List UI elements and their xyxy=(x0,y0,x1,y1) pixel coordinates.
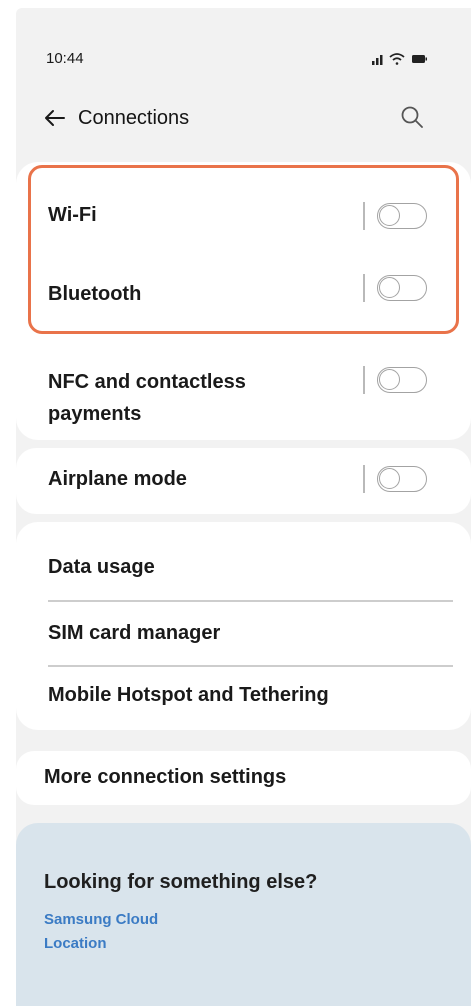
bluetooth-label: Bluetooth xyxy=(48,283,142,305)
data-usage-label: Data usage xyxy=(48,556,155,578)
search-icon[interactable] xyxy=(399,104,425,130)
battery-icon xyxy=(412,55,427,63)
toggle-separator xyxy=(363,274,365,302)
signal-icon xyxy=(372,55,383,65)
suggestions-panel: Looking for something else? Samsung Clou… xyxy=(16,823,471,1006)
location-link[interactable]: Location xyxy=(44,935,107,952)
toggle-track xyxy=(377,203,427,229)
data-usage-row[interactable]: Data usage xyxy=(16,540,471,590)
airplane-toggle[interactable] xyxy=(363,463,431,495)
toggle-track xyxy=(377,367,427,393)
toggle-knob xyxy=(379,277,400,298)
status-time: 10:44 xyxy=(46,50,84,67)
toggle-separator xyxy=(363,202,365,230)
nfc-toggle[interactable] xyxy=(363,364,431,396)
wifi-icon xyxy=(389,53,405,65)
samsung-cloud-link[interactable]: Samsung Cloud xyxy=(44,911,158,928)
airplane-row[interactable]: Airplane mode xyxy=(16,448,471,514)
airplane-label: Airplane mode xyxy=(48,468,187,490)
suggestions-title: Looking for something else? xyxy=(44,871,318,893)
page-title: Connections xyxy=(78,107,190,129)
connections-card-primary: Wi-Fi Bluetooth NFC and contactless paym… xyxy=(16,162,471,440)
bluetooth-row[interactable]: Bluetooth xyxy=(16,270,471,322)
hotspot-label: Mobile Hotspot and Tethering xyxy=(48,684,329,706)
sim-manager-label: SIM card manager xyxy=(48,622,221,644)
nfc-label: NFC and contactless payments xyxy=(48,366,246,430)
toggle-knob xyxy=(379,205,400,226)
toggle-track xyxy=(377,275,427,301)
hotspot-row[interactable]: Mobile Hotspot and Tethering xyxy=(16,670,471,720)
arrow-left-icon[interactable] xyxy=(42,108,66,128)
more-settings-card: More connection settings xyxy=(16,751,471,805)
bluetooth-toggle[interactable] xyxy=(363,272,431,304)
more-settings-row[interactable]: More connection settings xyxy=(16,751,471,805)
sim-manager-row[interactable]: SIM card manager xyxy=(16,606,471,656)
nfc-label-line1: NFC and contactless xyxy=(48,371,246,393)
toggle-knob xyxy=(379,369,400,390)
toggle-separator xyxy=(363,366,365,394)
phone-screen: 10:44 Connections Wi-Fi Bluetooth NFC an… xyxy=(16,8,471,1006)
toggle-separator xyxy=(363,465,365,493)
airplane-card: Airplane mode xyxy=(16,448,471,514)
more-settings-label: More connection settings xyxy=(44,766,287,788)
toggle-track xyxy=(377,466,427,492)
wifi-label: Wi-Fi xyxy=(48,204,97,226)
status-icons xyxy=(372,53,427,65)
wifi-row[interactable]: Wi-Fi xyxy=(16,192,471,244)
divider xyxy=(48,600,453,602)
divider xyxy=(48,665,453,667)
nfc-row[interactable]: NFC and contactless payments xyxy=(16,356,471,426)
nfc-label-line2: payments xyxy=(48,403,142,425)
wifi-toggle[interactable] xyxy=(363,200,431,232)
data-card: Data usage SIM card manager Mobile Hotsp… xyxy=(16,522,471,730)
toggle-knob xyxy=(379,468,400,489)
